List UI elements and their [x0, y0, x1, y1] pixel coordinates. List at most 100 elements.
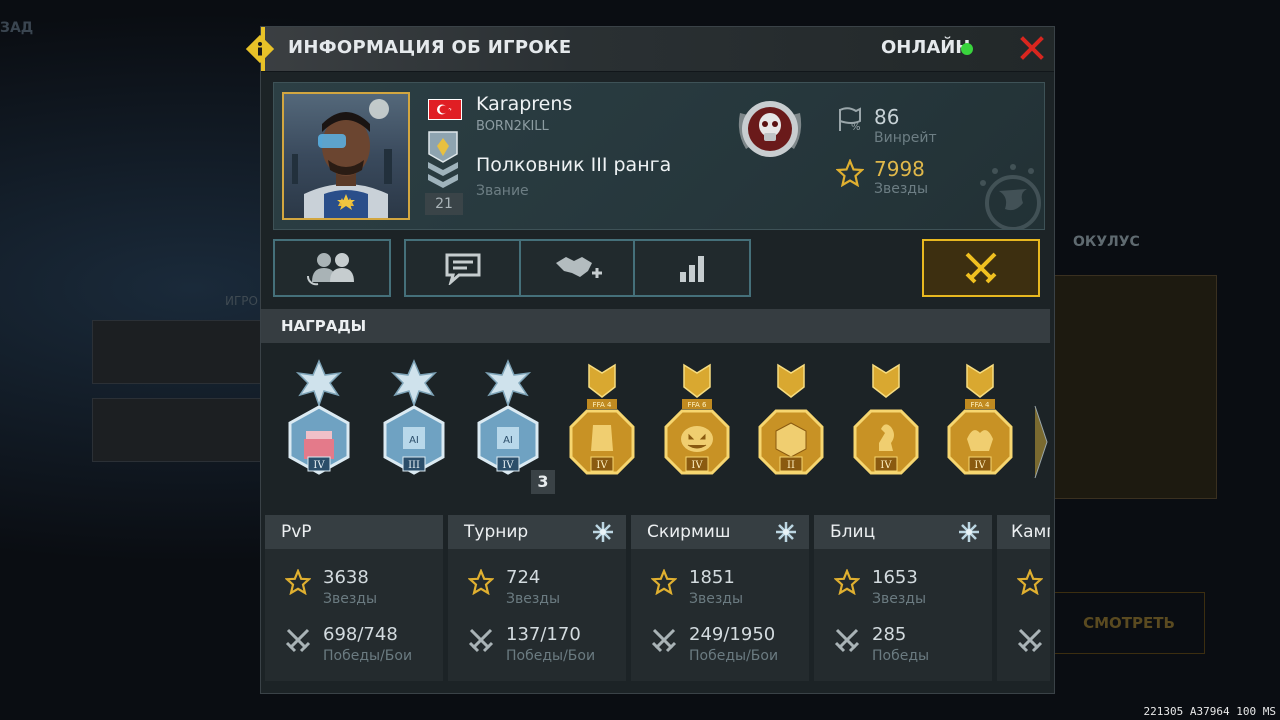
mode-stars-value: 1653: [872, 567, 918, 588]
svg-text:AI: AI: [503, 435, 513, 446]
mode-card-blitz[interactable]: Блиц 1653 Звезды 285 Победы: [814, 515, 992, 681]
stars-value: 7998: [874, 157, 925, 181]
svg-text:FFA 4: FFA 4: [593, 401, 612, 409]
gold-crate-medal-icon[interactable]: II: [754, 359, 828, 489]
winrate-flag-icon: %: [839, 107, 861, 133]
winrate-label: Винрейт: [874, 130, 937, 146]
gold-chess-medal-icon[interactable]: IV: [849, 359, 923, 489]
svg-text:III: III: [408, 460, 420, 471]
svg-text:IV: IV: [596, 460, 608, 471]
mode-battles-label: Победы/Бои: [506, 648, 596, 664]
background-map-title: ОКУЛУС: [1073, 234, 1140, 250]
mode-header: Камп: [997, 515, 1050, 549]
skull-gasmask-emblem-icon: [738, 101, 802, 157]
background-player-row: [92, 398, 264, 462]
soldier-portrait-icon: [292, 99, 392, 218]
turkey-flag-icon: [428, 99, 462, 120]
close-x-icon[interactable]: [1017, 33, 1047, 63]
player-profile-card: 21 Karaprens BORN2KILL Полковник III ран…: [273, 82, 1045, 230]
dialog-title: ИНФОРМАЦИЯ ОБ ИГРОКЕ: [288, 37, 572, 58]
background-players-label: ИГРО: [225, 294, 258, 308]
mode-stars-label: Звезды: [689, 591, 744, 607]
snowflake-icon: [776, 522, 796, 542]
mode-header: Скирмиш: [631, 515, 809, 549]
statistics-button[interactable]: [633, 239, 751, 297]
mode-battles-value: 698/748: [323, 624, 398, 645]
chat-button[interactable]: [404, 239, 522, 297]
player-clan[interactable]: BORN2KILL: [476, 119, 549, 134]
player-level: 21: [425, 193, 463, 215]
handshake-plus-icon: [556, 257, 602, 278]
chat-icon: [445, 253, 481, 285]
svg-text:IV: IV: [974, 460, 986, 471]
mode-stars-label: Звезды: [872, 591, 927, 607]
mode-title: Камп: [1011, 522, 1050, 542]
online-status: ОНЛАЙН: [881, 37, 971, 58]
mode-card-pvp[interactable]: PvP 3638 Звезды 698/748 Победы/Бои: [265, 515, 443, 681]
bar-chart-icon: [680, 256, 704, 282]
rank-chevron-icon: [428, 131, 458, 188]
svg-text:FFA 4: FFA 4: [971, 401, 990, 409]
mode-card-tournament[interactable]: Турнир 724 Звезды 137/170 Победы/Бои: [448, 515, 626, 681]
gold-ffa4-medal-icon[interactable]: FFA 4 IV: [943, 359, 1017, 489]
player-rank: Полковник III ранга: [476, 154, 672, 176]
mode-stars-label: Звезды: [506, 591, 561, 607]
svg-text:%: %: [851, 122, 861, 133]
mode-title: PvP: [281, 522, 312, 542]
crossed-swords-icon: [834, 628, 860, 653]
player-rank-label: Звание: [476, 183, 529, 199]
winrate-value: 86: [874, 105, 900, 129]
players-swap-icon: [307, 253, 354, 286]
silver-cake-medal-icon[interactable]: IV: [282, 359, 356, 489]
challenge-button[interactable]: [922, 239, 1040, 297]
snowflake-icon: [959, 522, 979, 542]
mode-stars-value: 3638: [323, 567, 369, 588]
crossed-swords-icon: [651, 628, 677, 653]
mode-card-campaign[interactable]: Камп: [997, 515, 1050, 681]
svg-text:II: II: [787, 460, 795, 471]
svg-text:FFA 6: FFA 6: [688, 401, 707, 409]
star-icon: [1017, 569, 1043, 595]
dialog-titlebar: ИНФОРМАЦИЯ ОБ ИГРОКЕ ОНЛАЙН: [245, 27, 1054, 72]
globe-stars-icon: [980, 164, 1041, 229]
mode-battles-value: 285: [872, 624, 907, 645]
mode-battles-label: Победы/Бои: [689, 648, 779, 664]
gold-pumpkin-medal-icon[interactable]: FFA 6 IV: [660, 359, 734, 489]
svg-text:AI: AI: [409, 435, 419, 446]
svg-text:IV: IV: [502, 460, 514, 471]
mode-header: Турнир: [448, 515, 626, 549]
mode-battles-label: Победы/Бои: [323, 648, 413, 664]
mode-battles-value: 137/170: [506, 624, 581, 645]
medals-scroll-arrow-icon[interactable]: [1033, 402, 1051, 482]
snowflake-icon: [593, 522, 613, 542]
awards-header: НАГРАДЫ: [261, 309, 1050, 343]
mode-battles-value: 249/1950: [689, 624, 776, 645]
compare-players-button[interactable]: [273, 239, 391, 297]
star-icon: [285, 569, 311, 595]
player-avatar[interactable]: [282, 92, 410, 220]
star-icon: [468, 569, 494, 595]
mode-title: Турнир: [464, 522, 529, 542]
star-icon: [834, 569, 860, 595]
mode-card-skirmish[interactable]: Скирмиш 1851 Звезды 249/1950 Победы/Бои: [631, 515, 809, 681]
medal-count-badge: 3: [531, 470, 555, 494]
star-icon: [836, 159, 864, 187]
stars-label: Звезды: [874, 181, 929, 197]
crossed-swords-icon: [468, 628, 494, 653]
mode-header: PvP: [265, 515, 443, 549]
crossed-swords-icon: [1017, 628, 1043, 653]
mode-title: Скирмиш: [647, 522, 731, 542]
star-icon: [651, 569, 677, 595]
mode-stars-value: 724: [506, 567, 541, 588]
background-tab-label: ЗАД: [0, 20, 34, 36]
gold-ffa4-medal-icon[interactable]: FFA 4 IV: [565, 359, 639, 489]
player-info-dialog: ИНФОРМАЦИЯ ОБ ИГРОКЕ ОНЛАЙН 21 Karaprens…: [245, 26, 1055, 694]
silver-ai-medal-icon[interactable]: AI III: [377, 359, 451, 489]
svg-text:IV: IV: [691, 460, 703, 471]
svg-text:IV: IV: [880, 460, 892, 471]
mode-battles-label: Победы: [872, 648, 930, 664]
background-watch-button: СМОТРЕТЬ: [1053, 592, 1205, 654]
crossed-swords-icon: [285, 628, 311, 653]
mode-stars-label: Звезды: [323, 591, 378, 607]
add-friend-button[interactable]: [519, 239, 637, 297]
